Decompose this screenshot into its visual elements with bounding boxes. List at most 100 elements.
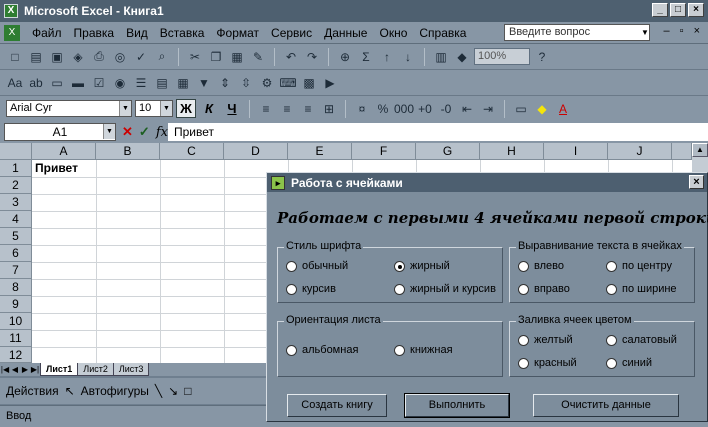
sort-descending-icon[interactable]: ↓ xyxy=(399,48,417,66)
combo-box-icon[interactable]: ▤ xyxy=(153,74,171,92)
combo-list-icon[interactable]: ▦ xyxy=(174,74,192,92)
maximize-button[interactable]: □ xyxy=(670,3,686,17)
restore-workbook-icon[interactable]: ▫ xyxy=(680,25,684,37)
drawing-icon[interactable]: ◆ xyxy=(453,48,471,66)
create-book-button[interactable]: Создать книгу xyxy=(287,394,387,417)
row-header[interactable]: 2 xyxy=(0,177,32,194)
close-button[interactable]: × xyxy=(688,3,704,17)
edit-code-icon[interactable]: ⌨ xyxy=(279,74,297,92)
menu-tools[interactable]: Сервис xyxy=(265,26,318,40)
control-properties-icon[interactable]: ⚙ xyxy=(258,74,276,92)
group-box-icon[interactable]: ▭ xyxy=(48,74,66,92)
row-header[interactable]: 12 xyxy=(0,347,32,363)
autoshapes-menu[interactable]: Автофигуры xyxy=(81,384,149,398)
row-header[interactable]: 1 xyxy=(0,160,32,177)
line-tool-icon[interactable]: ╲ xyxy=(155,384,162,398)
currency-icon[interactable]: ¤ xyxy=(353,100,371,118)
last-sheet-icon[interactable]: ▶| xyxy=(30,365,40,374)
spelling-icon[interactable]: ✓ xyxy=(132,48,150,66)
ask-question-input[interactable]: Введите вопрос xyxy=(504,24,650,41)
column-header[interactable]: I xyxy=(544,143,608,160)
column-header[interactable]: G xyxy=(416,143,480,160)
column-header[interactable]: C xyxy=(160,143,224,160)
cancel-icon[interactable]: ✕ xyxy=(122,124,133,140)
decrease-decimal-icon[interactable]: -0 xyxy=(437,100,455,118)
minimize-workbook-icon[interactable]: – xyxy=(664,25,670,37)
thousands-icon[interactable]: 000 xyxy=(394,100,414,118)
format-painter-icon[interactable]: ✎ xyxy=(249,48,267,66)
row-header[interactable]: 4 xyxy=(0,211,32,228)
run-dialog-icon[interactable]: ▶ xyxy=(321,74,339,92)
workbook-icon[interactable]: X xyxy=(4,24,20,41)
column-header[interactable]: F xyxy=(352,143,416,160)
close-workbook-icon[interactable]: × xyxy=(694,25,700,37)
font-size-select[interactable]: 10 ▼ xyxy=(135,100,173,117)
percent-icon[interactable]: % xyxy=(374,100,392,118)
zoom-select[interactable]: 100% xyxy=(474,48,530,65)
save-icon[interactable]: ▣ xyxy=(48,48,66,66)
radio-align-left[interactable]: влево xyxy=(518,260,564,272)
permission-icon[interactable]: ◈ xyxy=(69,48,87,66)
edit-box-icon[interactable]: ab xyxy=(27,74,45,92)
row-header[interactable]: 6 xyxy=(0,245,32,262)
radio-yellow[interactable]: желтый xyxy=(518,334,573,346)
run-button[interactable]: Выполнить xyxy=(404,393,510,418)
increase-indent-icon[interactable]: ⇥ xyxy=(479,100,497,118)
fill-color-icon[interactable]: ◆ xyxy=(533,100,551,118)
arrow-tool-icon[interactable]: ↘ xyxy=(168,384,178,398)
chart-wizard-icon[interactable]: ▥ xyxy=(432,48,450,66)
align-left-icon[interactable]: ≡ xyxy=(257,100,275,118)
insert-function-icon[interactable]: fx xyxy=(156,125,168,140)
new-document-icon[interactable]: □ xyxy=(6,48,24,66)
draw-actions-menu[interactable]: Действия xyxy=(6,384,59,398)
column-header-partial[interactable] xyxy=(672,143,692,160)
name-box[interactable]: A1 ▼ xyxy=(4,123,116,141)
underline-button[interactable]: Ч xyxy=(222,99,242,118)
checkbox-tool-icon[interactable]: ☑ xyxy=(90,74,108,92)
undo-icon[interactable]: ↶ xyxy=(282,48,300,66)
menu-insert[interactable]: Вставка xyxy=(154,26,211,40)
row-header[interactable]: 9 xyxy=(0,296,32,313)
merge-center-icon[interactable]: ⊞ xyxy=(320,100,338,118)
radio-italic[interactable]: курсив xyxy=(286,283,336,295)
menu-help[interactable]: Справка xyxy=(413,26,472,40)
row-header[interactable]: 8 xyxy=(0,279,32,296)
combo-dropdown-icon[interactable]: ▼ xyxy=(195,74,213,92)
column-header[interactable]: H xyxy=(480,143,544,160)
sheet-tab-1[interactable]: Лист1 xyxy=(40,363,79,376)
minimize-button[interactable]: _ xyxy=(652,3,668,17)
column-header[interactable]: J xyxy=(608,143,672,160)
spinner-icon[interactable]: ⇳ xyxy=(237,74,255,92)
italic-button[interactable]: К xyxy=(199,99,219,118)
option-button-icon[interactable]: ◉ xyxy=(111,74,129,92)
autosum-icon[interactable]: Σ xyxy=(357,48,375,66)
hyperlink-icon[interactable]: ⊕ xyxy=(336,48,354,66)
font-name-select[interactable]: Arial Cyr ▼ xyxy=(6,100,132,117)
menu-view[interactable]: Вид xyxy=(120,26,154,40)
research-icon[interactable]: ⌕ xyxy=(153,48,171,66)
row-header[interactable]: 11 xyxy=(0,330,32,347)
sheet-tab-3[interactable]: Лист3 xyxy=(112,363,150,376)
bold-button[interactable]: Ж xyxy=(176,99,196,118)
column-header[interactable]: A xyxy=(32,143,96,160)
cell-a1[interactable]: Привет xyxy=(33,160,96,177)
column-header[interactable]: E xyxy=(288,143,352,160)
align-center-icon[interactable]: ≡ xyxy=(278,100,296,118)
rectangle-tool-icon[interactable]: □ xyxy=(184,384,191,398)
paste-icon[interactable]: ▦ xyxy=(228,48,246,66)
radio-align-right[interactable]: вправо xyxy=(518,283,570,295)
clear-data-button[interactable]: Очистить данные xyxy=(533,394,679,417)
scroll-up-icon[interactable]: ▲ xyxy=(692,143,708,157)
row-header[interactable]: 7 xyxy=(0,262,32,279)
menu-window[interactable]: Окно xyxy=(373,26,413,40)
radio-lightgreen[interactable]: салатовый xyxy=(606,334,677,346)
radio-portrait[interactable]: книжная xyxy=(394,344,453,356)
align-right-icon[interactable]: ≡ xyxy=(299,100,317,118)
cut-icon[interactable]: ✂ xyxy=(186,48,204,66)
first-sheet-icon[interactable]: |◀ xyxy=(0,365,10,374)
menu-format[interactable]: Формат xyxy=(210,26,265,40)
redo-icon[interactable]: ↷ xyxy=(303,48,321,66)
radio-regular[interactable]: обычный xyxy=(286,260,348,272)
radio-align-center[interactable]: по центру xyxy=(606,260,672,272)
select-objects-icon[interactable]: ↖ xyxy=(65,384,75,398)
